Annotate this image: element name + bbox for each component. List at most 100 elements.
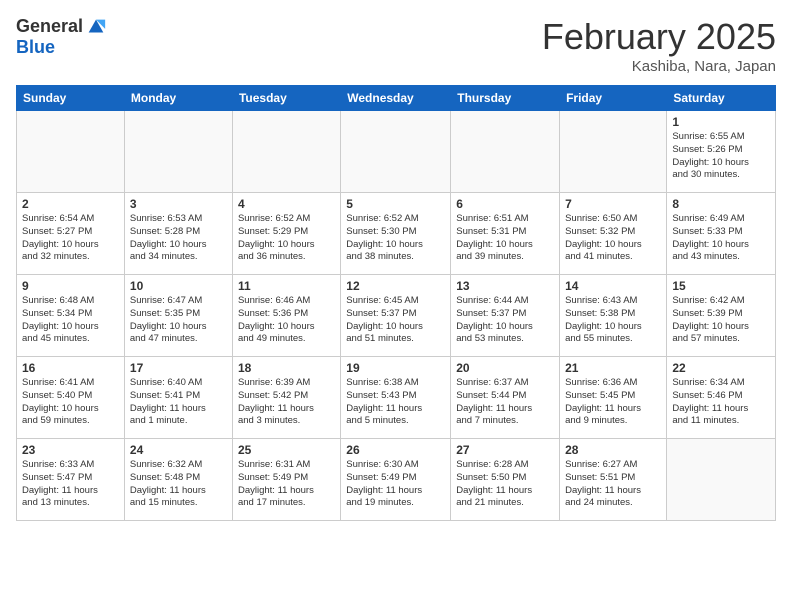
calendar-cell: 12 Sunrise: 6:45 AM Sunset: 5:37 PM Dayli… — [341, 275, 451, 357]
day-info: Sunrise: 6:43 AM Sunset: 5:38 PM Dayligh… — [565, 295, 661, 346]
day-info: Sunrise: 6:36 AM Sunset: 5:45 PM Dayligh… — [565, 377, 661, 428]
day-info: Sunrise: 6:32 AM Sunset: 5:48 PM Dayligh… — [130, 459, 227, 510]
day-info: Sunrise: 6:33 AM Sunset: 5:47 PM Dayligh… — [22, 459, 119, 510]
day-number: 10 — [130, 279, 227, 293]
day-info: Sunrise: 6:48 AM Sunset: 5:34 PM Dayligh… — [22, 295, 119, 346]
day-number: 15 — [672, 279, 770, 293]
calendar-cell: 24 Sunrise: 6:32 AM Sunset: 5:48 PM Dayli… — [124, 439, 232, 521]
logo-text: General Blue — [16, 16, 107, 58]
calendar-cell — [341, 111, 451, 193]
calendar-cell: 25 Sunrise: 6:31 AM Sunset: 5:49 PM Dayli… — [232, 439, 340, 521]
day-info: Sunrise: 6:30 AM Sunset: 5:49 PM Dayligh… — [346, 459, 445, 510]
calendar-cell: 27 Sunrise: 6:28 AM Sunset: 5:50 PM Dayli… — [451, 439, 560, 521]
calendar-week-row: 23Sunrise: 6:33 AM Sunset: 5:47 PM Dayli… — [17, 439, 776, 521]
calendar-cell: 11 Sunrise: 6:46 AM Sunset: 5:36 PM Dayli… — [232, 275, 340, 357]
calendar-cell: 1 Sunrise: 6:55 AM Sunset: 5:26 PM Daylig… — [667, 111, 776, 193]
calendar-cell: 3Sunrise: 6:53 AM Sunset: 5:28 PM Daylig… — [124, 193, 232, 275]
calendar-cell: 19 Sunrise: 6:38 AM Sunset: 5:43 PM Dayli… — [341, 357, 451, 439]
day-number: 12 — [346, 279, 445, 293]
day-number: 16 — [22, 361, 119, 375]
calendar-cell: 21Sunrise: 6:36 AM Sunset: 5:45 PM Dayli… — [560, 357, 667, 439]
day-info: Sunrise: 6:46 AM Sunset: 5:36 PM Dayligh… — [238, 295, 335, 346]
day-number: 25 — [238, 443, 335, 457]
calendar-cell: 15 Sunrise: 6:42 AM Sunset: 5:39 PM Dayli… — [667, 275, 776, 357]
calendar-cell — [124, 111, 232, 193]
calendar-cell: 6 Sunrise: 6:51 AM Sunset: 5:31 PM Daylig… — [451, 193, 560, 275]
day-info: Sunrise: 6:55 AM Sunset: 5:26 PM Dayligh… — [672, 131, 770, 182]
day-info: Sunrise: 6:51 AM Sunset: 5:31 PM Dayligh… — [456, 213, 554, 264]
day-number: 17 — [130, 361, 227, 375]
calendar-cell — [17, 111, 125, 193]
day-info: Sunrise: 6:49 AM Sunset: 5:33 PM Dayligh… — [672, 213, 770, 264]
calendar-cell: 5Sunrise: 6:52 AM Sunset: 5:30 PM Daylig… — [341, 193, 451, 275]
weekday-header: Tuesday — [232, 86, 340, 111]
weekday-header: Friday — [560, 86, 667, 111]
day-number: 4 — [238, 197, 335, 211]
calendar-week-row: 16Sunrise: 6:41 AM Sunset: 5:40 PM Dayli… — [17, 357, 776, 439]
calendar-week-row: 1 Sunrise: 6:55 AM Sunset: 5:26 PM Daylig… — [17, 111, 776, 193]
calendar-cell: 28 Sunrise: 6:27 AM Sunset: 5:51 PM Dayli… — [560, 439, 667, 521]
calendar-cell: 2 Sunrise: 6:54 AM Sunset: 5:27 PM Daylig… — [17, 193, 125, 275]
weekday-header: Monday — [124, 86, 232, 111]
calendar-cell: 22 Sunrise: 6:34 AM Sunset: 5:46 PM Dayli… — [667, 357, 776, 439]
day-number: 7 — [565, 197, 661, 211]
calendar-cell: 9 Sunrise: 6:48 AM Sunset: 5:34 PM Daylig… — [17, 275, 125, 357]
page: General Blue February 2025 Kashiba, Nara… — [0, 0, 792, 612]
day-info: Sunrise: 6:27 AM Sunset: 5:51 PM Dayligh… — [565, 459, 661, 510]
calendar-week-row: 2 Sunrise: 6:54 AM Sunset: 5:27 PM Daylig… — [17, 193, 776, 275]
calendar-cell: 4Sunrise: 6:52 AM Sunset: 5:29 PM Daylig… — [232, 193, 340, 275]
day-number: 19 — [346, 361, 445, 375]
weekday-header: Wednesday — [341, 86, 451, 111]
calendar-week-row: 9 Sunrise: 6:48 AM Sunset: 5:34 PM Daylig… — [17, 275, 776, 357]
day-info: Sunrise: 6:38 AM Sunset: 5:43 PM Dayligh… — [346, 377, 445, 428]
day-info: Sunrise: 6:28 AM Sunset: 5:50 PM Dayligh… — [456, 459, 554, 510]
day-info: Sunrise: 6:54 AM Sunset: 5:27 PM Dayligh… — [22, 213, 119, 264]
calendar-cell — [560, 111, 667, 193]
day-number: 2 — [22, 197, 119, 211]
calendar: SundayMondayTuesdayWednesdayThursdayFrid… — [16, 85, 776, 521]
day-info: Sunrise: 6:37 AM Sunset: 5:44 PM Dayligh… — [456, 377, 554, 428]
title-area: February 2025 Kashiba, Nara, Japan — [542, 16, 776, 75]
month-title: February 2025 — [542, 16, 776, 58]
day-info: Sunrise: 6:34 AM Sunset: 5:46 PM Dayligh… — [672, 377, 770, 428]
weekday-header: Thursday — [451, 86, 560, 111]
calendar-cell — [232, 111, 340, 193]
day-info: Sunrise: 6:42 AM Sunset: 5:39 PM Dayligh… — [672, 295, 770, 346]
logo-general: General — [16, 17, 83, 37]
day-number: 26 — [346, 443, 445, 457]
day-info: Sunrise: 6:40 AM Sunset: 5:41 PM Dayligh… — [130, 377, 227, 428]
day-number: 18 — [238, 361, 335, 375]
day-number: 9 — [22, 279, 119, 293]
day-info: Sunrise: 6:31 AM Sunset: 5:49 PM Dayligh… — [238, 459, 335, 510]
calendar-cell: 26 Sunrise: 6:30 AM Sunset: 5:49 PM Dayli… — [341, 439, 451, 521]
day-info: Sunrise: 6:53 AM Sunset: 5:28 PM Dayligh… — [130, 213, 227, 264]
calendar-header-row: SundayMondayTuesdayWednesdayThursdayFrid… — [17, 86, 776, 111]
day-info: Sunrise: 6:47 AM Sunset: 5:35 PM Dayligh… — [130, 295, 227, 346]
day-number: 28 — [565, 443, 661, 457]
day-number: 27 — [456, 443, 554, 457]
calendar-cell: 14Sunrise: 6:43 AM Sunset: 5:38 PM Dayli… — [560, 275, 667, 357]
calendar-cell: 17 Sunrise: 6:40 AM Sunset: 5:41 PM Dayli… — [124, 357, 232, 439]
day-info: Sunrise: 6:52 AM Sunset: 5:30 PM Dayligh… — [346, 213, 445, 264]
logo-blue: Blue — [16, 38, 107, 58]
day-number: 24 — [130, 443, 227, 457]
day-number: 22 — [672, 361, 770, 375]
calendar-cell: 10 Sunrise: 6:47 AM Sunset: 5:35 PM Dayli… — [124, 275, 232, 357]
calendar-cell: 20Sunrise: 6:37 AM Sunset: 5:44 PM Dayli… — [451, 357, 560, 439]
calendar-cell — [667, 439, 776, 521]
logo-icon — [85, 16, 107, 38]
day-number: 6 — [456, 197, 554, 211]
calendar-cell — [451, 111, 560, 193]
calendar-cell: 16Sunrise: 6:41 AM Sunset: 5:40 PM Dayli… — [17, 357, 125, 439]
day-info: Sunrise: 6:44 AM Sunset: 5:37 PM Dayligh… — [456, 295, 554, 346]
calendar-cell: 23Sunrise: 6:33 AM Sunset: 5:47 PM Dayli… — [17, 439, 125, 521]
calendar-cell: 7 Sunrise: 6:50 AM Sunset: 5:32 PM Daylig… — [560, 193, 667, 275]
day-number: 11 — [238, 279, 335, 293]
day-number: 1 — [672, 115, 770, 129]
weekday-header: Sunday — [17, 86, 125, 111]
day-info: Sunrise: 6:45 AM Sunset: 5:37 PM Dayligh… — [346, 295, 445, 346]
location: Kashiba, Nara, Japan — [542, 58, 776, 75]
day-info: Sunrise: 6:50 AM Sunset: 5:32 PM Dayligh… — [565, 213, 661, 264]
day-info: Sunrise: 6:39 AM Sunset: 5:42 PM Dayligh… — [238, 377, 335, 428]
calendar-cell: 18 Sunrise: 6:39 AM Sunset: 5:42 PM Dayli… — [232, 357, 340, 439]
